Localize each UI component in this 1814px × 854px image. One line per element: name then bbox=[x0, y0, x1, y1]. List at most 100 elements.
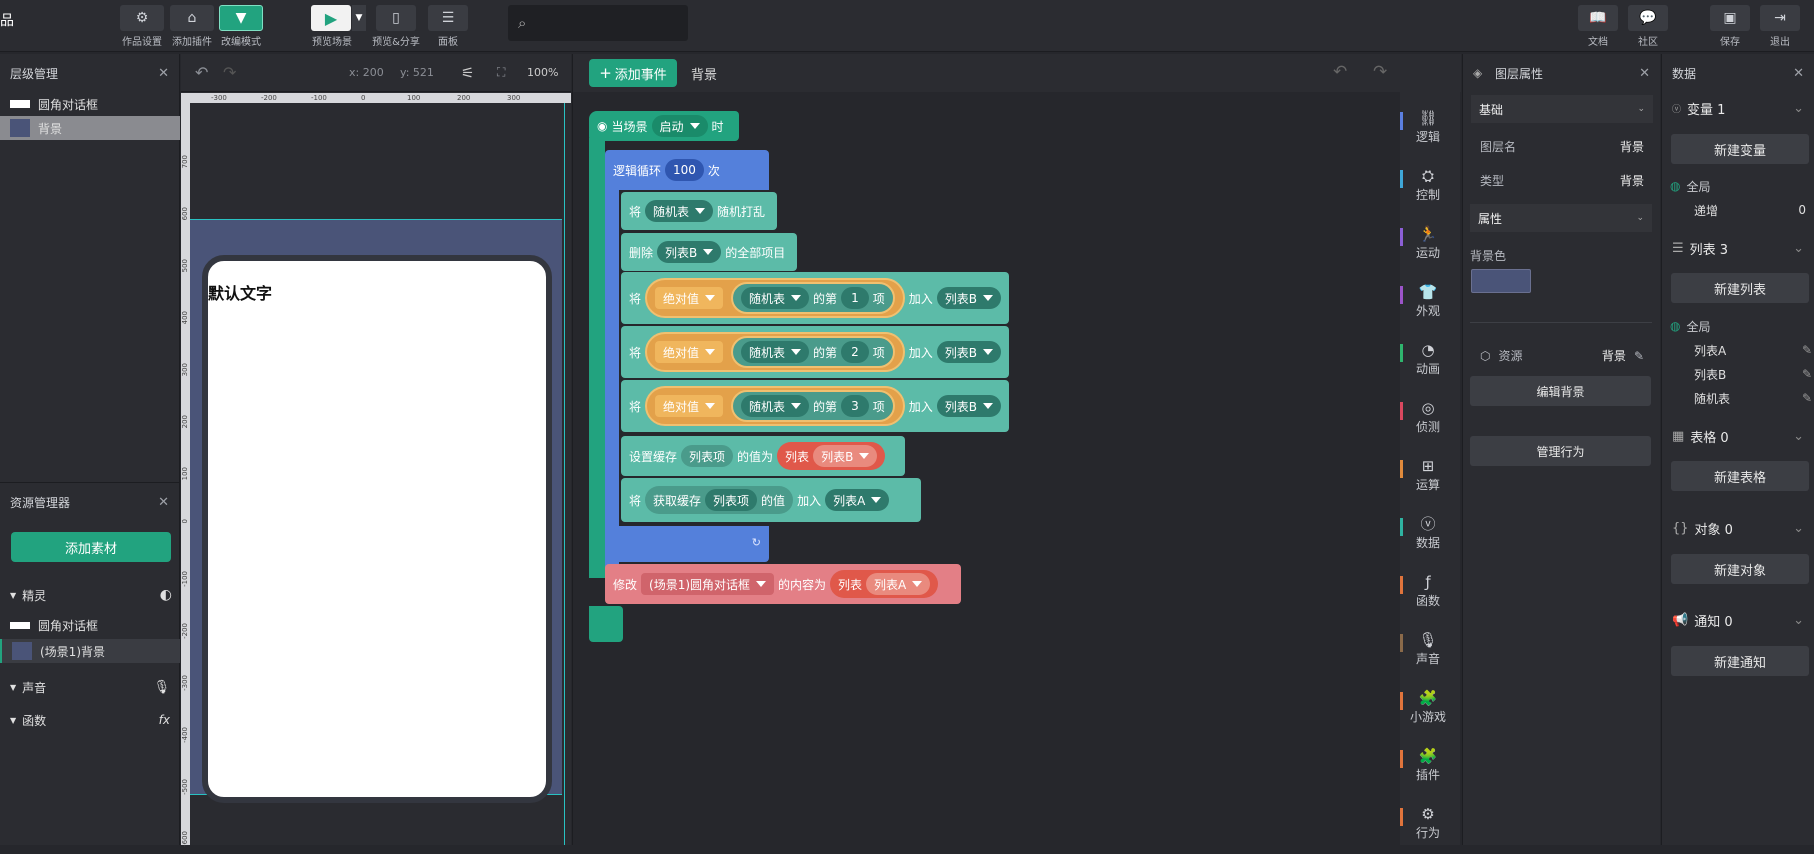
modify-content-block[interactable]: 修改 (场景1)圆角对话框 的内容为 列表 列表A bbox=[605, 564, 961, 604]
abs-reporter[interactable]: 绝对值 随机表 的第 2 项 bbox=[645, 332, 905, 372]
new-object-button[interactable]: 新建对象 bbox=[1671, 554, 1809, 584]
category-control[interactable]: ⛭ 控制 bbox=[1398, 166, 1458, 216]
loop-count[interactable]: 100 bbox=[665, 159, 704, 181]
variables-header[interactable]: ⓥ 变量 1 ⌄ bbox=[1662, 94, 1814, 122]
get-cache-add-block[interactable]: 将 获取缓存 列表项 的值 加入 列表A bbox=[621, 478, 921, 522]
community-button[interactable]: 💬 bbox=[1628, 5, 1668, 31]
save-button[interactable]: ▣ bbox=[1710, 5, 1750, 31]
list-dropdown[interactable]: 列表A bbox=[825, 489, 890, 511]
add-asset-button[interactable]: 添加素材 bbox=[11, 532, 171, 562]
op-dropdown[interactable]: 绝对值 bbox=[655, 395, 724, 417]
dialog-sprite[interactable]: 默认文字 bbox=[202, 255, 552, 803]
layer-item-dialog[interactable]: 圆角对话框 bbox=[0, 92, 180, 116]
list-dropdown[interactable]: 列表B bbox=[813, 445, 878, 467]
tables-header[interactable]: ▦ 表格 0 ⌄ bbox=[1662, 422, 1814, 450]
add-item-block[interactable]: 将 绝对值 随机表 的第 3 项 加入 列表B bbox=[621, 380, 1009, 432]
add-event-button[interactable]: + 添加事件 bbox=[589, 59, 677, 87]
work-settings-button[interactable]: ⚙ bbox=[120, 5, 164, 31]
cache-key[interactable]: 列表项 bbox=[681, 445, 734, 467]
prop-value[interactable]: 背景 bbox=[1620, 138, 1644, 155]
delete-all-block[interactable]: 删除 列表B 的全部项目 bbox=[621, 233, 797, 271]
preview-scene-button[interactable]: ▶ bbox=[311, 5, 351, 31]
edit-icon[interactable]: ✎ bbox=[1802, 343, 1812, 357]
variable-item[interactable]: 递增 0 bbox=[1694, 199, 1806, 221]
new-notice-button[interactable]: 新建通知 bbox=[1671, 646, 1809, 676]
add-plugin-button[interactable]: ⌂ bbox=[170, 5, 214, 31]
manage-behavior-button[interactable]: 管理行为 bbox=[1470, 436, 1651, 466]
index-input[interactable]: 2 bbox=[841, 341, 869, 363]
category-plugin[interactable]: 🧩 插件 bbox=[1398, 746, 1458, 796]
list-dropdown[interactable]: 随机表 bbox=[741, 341, 810, 363]
stage-canvas[interactable]: 默认文字 bbox=[190, 103, 565, 845]
preview-dropdown-button[interactable]: ▼ bbox=[352, 5, 366, 31]
abs-reporter[interactable]: 绝对值 随机表 的第 1 项 bbox=[645, 278, 905, 318]
shuffle-block[interactable]: 将 随机表 随机打乱 bbox=[621, 192, 777, 230]
remix-mode-button[interactable]: ▼ bbox=[219, 5, 263, 31]
target-dropdown[interactable]: (场景1)圆角对话框 bbox=[641, 573, 775, 595]
add-item-block[interactable]: 将 绝对值 随机表 的第 2 项 加入 列表B bbox=[621, 326, 1009, 378]
list-dropdown[interactable]: 随机表 bbox=[741, 287, 810, 309]
index-input[interactable]: 3 bbox=[841, 395, 869, 417]
get-cache-reporter[interactable]: 获取缓存 列表项 的值 bbox=[645, 486, 794, 514]
list-item[interactable]: 列表B ✎ bbox=[1694, 363, 1812, 385]
category-operator[interactable]: ⊞ 运算 bbox=[1398, 456, 1458, 506]
bg-color-swatch[interactable] bbox=[1471, 269, 1531, 293]
sounds-section-header[interactable]: ▼ 声音 🎙 bbox=[0, 672, 180, 702]
list-dropdown[interactable]: 列表B bbox=[936, 287, 1001, 309]
category-logic[interactable]: ⛓ 逻辑 bbox=[1398, 108, 1458, 158]
category-game[interactable]: 🧩 小游戏 bbox=[1398, 688, 1458, 738]
close-icon[interactable]: ✕ bbox=[1793, 66, 1804, 81]
list-dropdown[interactable]: 列表B bbox=[936, 341, 1001, 363]
category-shirt[interactable]: 👕 外观 bbox=[1398, 282, 1458, 332]
layer-item-background[interactable]: 背景 bbox=[0, 116, 180, 140]
list-dropdown[interactable]: 列表B bbox=[936, 395, 1001, 417]
abs-reporter[interactable]: 绝对值 随机表 的第 3 项 bbox=[645, 386, 905, 426]
list-dropdown[interactable]: 随机表 bbox=[741, 395, 810, 417]
docs-button[interactable]: 📖 bbox=[1578, 5, 1618, 31]
script-workspace[interactable]: + 添加事件 背景 ↶ ↷ ↻ ◉ 当场景 启动 时 逻辑循环 100 次 将 随… bbox=[572, 54, 1461, 845]
sprite-item-background[interactable]: (场景1)背景 bbox=[0, 639, 180, 663]
redo-icon[interactable]: ↷ bbox=[223, 63, 236, 82]
function-icon[interactable]: fx bbox=[159, 713, 170, 727]
close-icon[interactable]: ✕ bbox=[158, 66, 169, 81]
category-microphone[interactable]: 🎙 声音 bbox=[1398, 630, 1458, 680]
event-hat-block[interactable]: ◉ 当场景 启动 时 bbox=[589, 111, 739, 141]
new-list-button[interactable]: 新建列表 bbox=[1671, 273, 1809, 303]
cache-key[interactable]: 列表项 bbox=[705, 489, 758, 511]
edit-background-button[interactable]: 编辑背景 bbox=[1470, 376, 1651, 406]
sprites-section-header[interactable]: ▼ 精灵 ◐ bbox=[0, 580, 180, 610]
add-item-block[interactable]: 将 绝对值 随机表 的第 1 项 加入 列表B bbox=[621, 272, 1009, 324]
list-dropdown[interactable]: 随机表 bbox=[645, 200, 714, 222]
category-data[interactable]: ⓥ 数据 bbox=[1398, 514, 1458, 564]
fit-screen-icon[interactable]: ⛶ bbox=[497, 65, 505, 80]
preview-share-button[interactable]: ▯ bbox=[376, 5, 416, 31]
objects-header[interactable]: {} 对象 0 ⌄ bbox=[1662, 514, 1814, 542]
category-animation[interactable]: ◔ 动画 bbox=[1398, 340, 1458, 390]
palette-icon[interactable]: ◐ bbox=[160, 587, 172, 603]
list-value-reporter[interactable]: 列表 列表A bbox=[830, 570, 939, 598]
event-dropdown[interactable]: 启动 bbox=[651, 115, 708, 137]
undo-icon[interactable]: ↶ bbox=[195, 63, 208, 82]
list-dropdown[interactable]: 列表B bbox=[657, 241, 722, 263]
index-input[interactable]: 1 bbox=[841, 287, 869, 309]
new-table-button[interactable]: 新建表格 bbox=[1671, 461, 1809, 491]
list-item-reporter[interactable]: 随机表 的第 3 项 bbox=[731, 390, 895, 422]
set-cache-block[interactable]: 设置缓存 列表项 的值为 列表 列表B bbox=[621, 436, 905, 476]
sliders-icon[interactable]: ⚟ bbox=[461, 64, 474, 82]
op-dropdown[interactable]: 绝对值 bbox=[655, 341, 724, 363]
close-icon[interactable]: ✕ bbox=[1639, 66, 1650, 81]
sprite-item-dialog[interactable]: 圆角对话框 bbox=[0, 613, 180, 637]
microphone-icon[interactable]: 🎙 bbox=[153, 680, 170, 695]
list-item[interactable]: 随机表 ✎ bbox=[1694, 387, 1812, 409]
panels-button[interactable]: ☰ bbox=[428, 5, 468, 31]
search-input[interactable]: ⌕ bbox=[508, 5, 688, 41]
zoom-level[interactable]: 100% bbox=[527, 66, 558, 79]
functions-section-header[interactable]: ▼ 函数 fx bbox=[0, 705, 180, 735]
category-motion[interactable]: 🏃 运动 bbox=[1398, 224, 1458, 274]
category-behavior[interactable]: ⚙ 行为 bbox=[1398, 804, 1458, 854]
notices-header[interactable]: 📢 通知 0 ⌄ bbox=[1662, 606, 1814, 634]
exit-button[interactable]: ⇥ bbox=[1760, 5, 1800, 31]
undo-icon[interactable]: ↶ bbox=[1333, 62, 1347, 82]
close-icon[interactable]: ✕ bbox=[158, 495, 169, 510]
category-sensor[interactable]: ◎ 侦测 bbox=[1398, 398, 1458, 448]
